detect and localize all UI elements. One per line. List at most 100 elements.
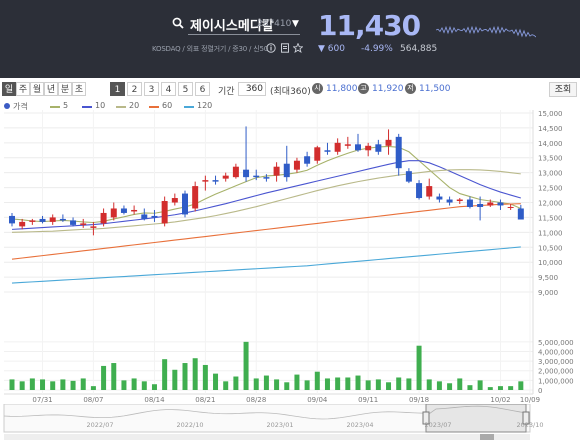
candle-body[interactable] bbox=[100, 212, 107, 224]
period-tab[interactable]: 초 bbox=[72, 82, 86, 96]
candle-body[interactable] bbox=[283, 163, 290, 178]
candle-body[interactable] bbox=[334, 142, 341, 152]
market-meta: KOSDAQ / 외표 정렬거기 / 증30 / 신50 bbox=[152, 45, 268, 53]
star-icon[interactable] bbox=[293, 43, 303, 53]
volume-bar bbox=[324, 378, 330, 390]
candle-body[interactable] bbox=[355, 144, 361, 151]
candle-body[interactable] bbox=[456, 199, 463, 202]
candle-body[interactable] bbox=[243, 169, 250, 178]
volume-bar bbox=[386, 382, 392, 390]
volume-bar bbox=[375, 379, 381, 390]
volume-bar bbox=[304, 380, 310, 390]
candle-body[interactable] bbox=[29, 220, 36, 222]
candle-body[interactable] bbox=[314, 147, 321, 161]
candle-body[interactable] bbox=[385, 139, 392, 146]
candle-body[interactable] bbox=[120, 208, 127, 213]
volume-bar bbox=[223, 381, 229, 390]
x-tick-label: 08/28 bbox=[246, 396, 266, 404]
candle-body[interactable] bbox=[426, 186, 433, 197]
candle-body[interactable] bbox=[192, 186, 199, 209]
price-change-percent: -4.99% bbox=[361, 44, 393, 54]
period-tab[interactable]: 월 bbox=[30, 82, 44, 96]
info-icon[interactable] bbox=[266, 43, 276, 53]
navigator-label: 2023/04 bbox=[346, 421, 373, 429]
count-button[interactable]: 1 bbox=[110, 82, 125, 96]
candle-body[interactable] bbox=[49, 217, 56, 222]
period-tab[interactable]: 년 bbox=[44, 82, 58, 96]
period-tab[interactable]: 분 bbox=[58, 82, 72, 96]
candle-body[interactable] bbox=[263, 177, 270, 179]
candle-body[interactable] bbox=[151, 215, 158, 218]
y-tick-label: 14,000 bbox=[538, 140, 563, 148]
period-tab[interactable]: 일 bbox=[2, 82, 16, 96]
candle-body[interactable] bbox=[293, 160, 300, 170]
navigator-label: 2022/10 bbox=[176, 421, 203, 429]
count-button[interactable]: 6 bbox=[195, 82, 210, 96]
x-tick-label: 08/14 bbox=[144, 396, 165, 404]
candle-body[interactable] bbox=[517, 208, 524, 220]
candle-body[interactable] bbox=[344, 144, 351, 146]
chevron-down-icon[interactable]: ▼ bbox=[292, 19, 299, 29]
period-tab[interactable]: 주 bbox=[16, 82, 30, 96]
scrollbar-track[interactable] bbox=[4, 434, 530, 440]
candle-body[interactable] bbox=[416, 183, 423, 199]
volume-bar bbox=[19, 381, 25, 390]
candle-body[interactable] bbox=[466, 199, 473, 207]
candle-body[interactable] bbox=[497, 202, 504, 206]
candle-body[interactable] bbox=[222, 175, 229, 179]
volume-bar bbox=[447, 383, 453, 390]
candle-body[interactable] bbox=[446, 199, 453, 203]
candle-body[interactable] bbox=[110, 208, 117, 218]
volume-bar bbox=[274, 379, 280, 390]
candle-body[interactable] bbox=[90, 226, 97, 228]
search-button[interactable]: 조회 bbox=[549, 82, 577, 97]
candle-body[interactable] bbox=[507, 206, 514, 208]
ma-120-line bbox=[11, 246, 521, 284]
candle-body[interactable] bbox=[212, 180, 219, 182]
candle-body[interactable] bbox=[59, 218, 66, 221]
candle-body[interactable] bbox=[202, 180, 209, 182]
candle-body[interactable] bbox=[436, 196, 443, 200]
candle-body[interactable] bbox=[477, 204, 484, 207]
volume-bar bbox=[121, 380, 127, 390]
candle-body[interactable] bbox=[395, 136, 402, 169]
candle-body[interactable] bbox=[375, 144, 382, 152]
range-input[interactable]: 360 bbox=[238, 82, 266, 96]
candle-body[interactable] bbox=[171, 198, 178, 203]
open-badge: 시 bbox=[312, 83, 323, 94]
candle-body[interactable] bbox=[80, 223, 87, 225]
candle-body[interactable] bbox=[487, 202, 494, 206]
candle-body[interactable] bbox=[70, 220, 77, 225]
candle-body[interactable] bbox=[182, 193, 188, 215]
low-value: 11,500 bbox=[419, 84, 451, 94]
y-tick-label: 13,500 bbox=[538, 155, 563, 163]
candle-body[interactable] bbox=[9, 215, 15, 224]
chart-toolbar: 일주월년분초 123456 기간 360 (최대360) 시 11,800 고 … bbox=[0, 80, 580, 100]
range-navigator[interactable]: 2022/07 2022/10 2023/01 2023/04 2023/07 2023/… bbox=[0, 404, 580, 444]
price-chart[interactable]: 9,000 9,500 10,000 10,500 11,000 11,500 12,000… bbox=[0, 100, 580, 404]
document-icon[interactable] bbox=[280, 43, 290, 53]
trade-volume: 564,885 bbox=[400, 44, 438, 54]
candle-body[interactable] bbox=[253, 175, 260, 178]
candle-body[interactable] bbox=[232, 166, 239, 178]
count-button[interactable]: 3 bbox=[144, 82, 159, 96]
candle-body[interactable] bbox=[304, 156, 311, 164]
candle-body[interactable] bbox=[39, 218, 46, 222]
candle-body[interactable] bbox=[405, 171, 412, 182]
candle-body[interactable] bbox=[141, 214, 148, 219]
scrollbar-thumb[interactable] bbox=[480, 434, 494, 440]
candle-body[interactable] bbox=[324, 150, 331, 152]
candle-body[interactable] bbox=[19, 221, 26, 227]
volume-bar bbox=[60, 379, 66, 390]
count-button[interactable]: 4 bbox=[161, 82, 176, 96]
volume-bar bbox=[457, 378, 463, 390]
count-button[interactable]: 5 bbox=[178, 82, 193, 96]
count-button[interactable]: 2 bbox=[127, 82, 142, 96]
candle-body[interactable] bbox=[365, 145, 372, 151]
search-icon[interactable] bbox=[172, 17, 184, 29]
volume-bar bbox=[141, 381, 147, 390]
candle-body[interactable] bbox=[131, 209, 138, 212]
candle-body[interactable] bbox=[161, 201, 168, 224]
candle-body[interactable] bbox=[273, 166, 280, 176]
price-change: ▼ 600 bbox=[318, 44, 345, 54]
